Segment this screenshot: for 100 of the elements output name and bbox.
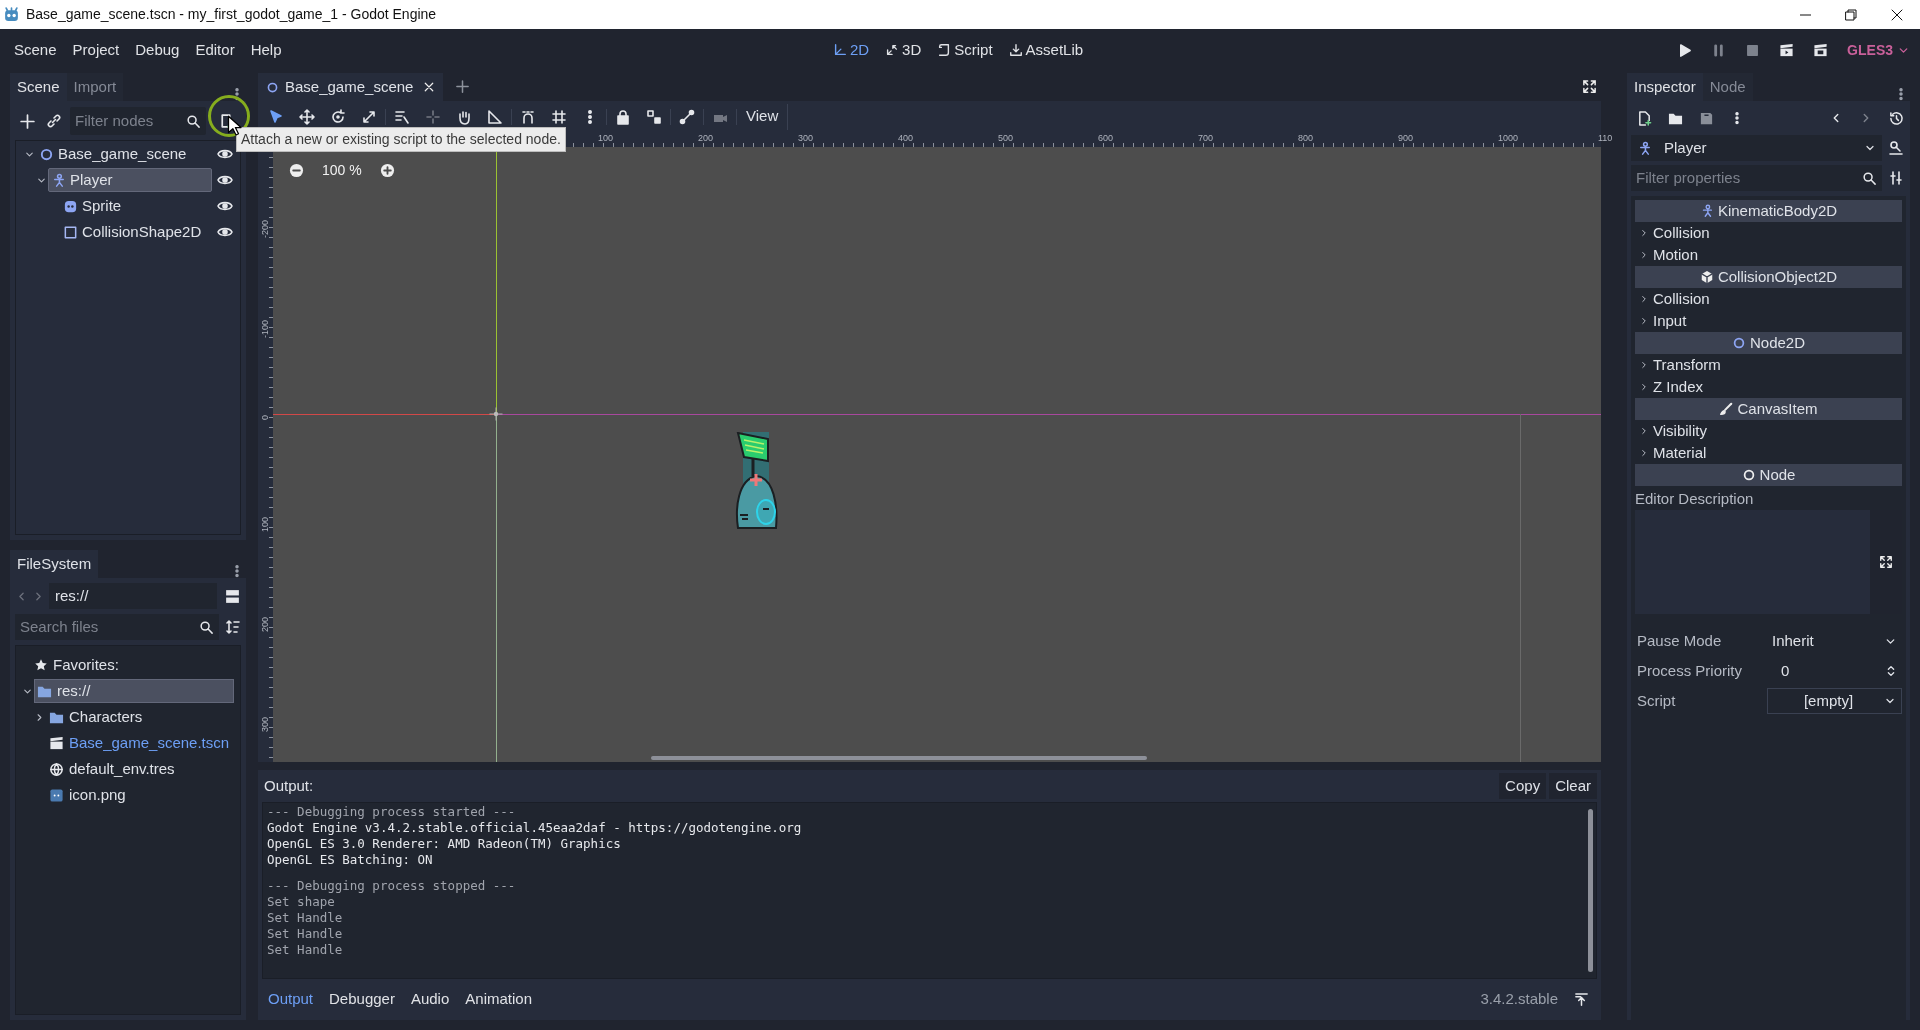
stop-icon — [1744, 42, 1760, 58]
filter-field[interactable]: Filter properties — [1631, 165, 1882, 191]
dock-tab[interactable]: FileSystem — [10, 550, 99, 578]
log-line: --- Debugging process started --- — [267, 804, 516, 820]
filter-field[interactable]: Filter nodes — [70, 107, 206, 135]
scale-tool-icon[interactable] — [361, 108, 377, 125]
group-tool-icon[interactable] — [646, 108, 662, 125]
dock-tab[interactable]: Node — [1702, 73, 1753, 101]
file-item[interactable]: res:// — [34, 679, 234, 703]
property-group[interactable]: Collision — [1635, 222, 1902, 244]
docs-icon[interactable] — [1888, 140, 1904, 156]
shape-icon — [63, 224, 78, 240]
property-group[interactable]: Collision — [1635, 288, 1902, 310]
add-tab-icon[interactable] — [455, 79, 471, 94]
object-selector[interactable]: Player — [1631, 135, 1882, 161]
tree-item[interactable]: Sprite — [60, 194, 212, 218]
tree-item[interactable]: CollisionShape2D — [60, 220, 212, 244]
kinematic-icon — [51, 172, 66, 188]
log-line: --- Debugging process stopped --- — [267, 878, 516, 894]
resource-picker[interactable]: [empty] — [1767, 688, 1902, 714]
class-label: Node — [1759, 464, 1796, 485]
property-group[interactable]: Motion — [1635, 244, 1902, 266]
bottom-panel-tab[interactable]: Output — [262, 986, 320, 1013]
scene-tab[interactable]: Base_game_scene — [258, 73, 444, 101]
select-tool-icon[interactable] — [268, 108, 284, 125]
save-icon[interactable] — [1699, 110, 1714, 126]
grid-tool-icon[interactable] — [551, 108, 567, 125]
ruler-label: 300 — [259, 716, 271, 732]
new-resource-icon[interactable] — [1637, 110, 1652, 126]
tools-icon[interactable] — [1888, 170, 1904, 186]
pan-tool-icon[interactable] — [456, 108, 472, 125]
property-group[interactable]: Input — [1635, 310, 1902, 332]
workspace-tab[interactable]: 3D — [878, 36, 929, 64]
menu-item[interactable]: Scene — [6, 36, 65, 64]
menu-item[interactable]: Project — [64, 36, 128, 64]
search-input[interactable]: Search files — [20, 615, 199, 639]
viewport-canvas[interactable]: 100 % — [273, 147, 1601, 762]
menu-item[interactable]: Help — [242, 36, 290, 64]
class-icon — [1699, 270, 1714, 284]
pin-icon[interactable] — [1574, 992, 1589, 1007]
star-icon — [34, 658, 48, 672]
dock-tab[interactable]: Import — [66, 73, 124, 101]
file-item[interactable]: icon.png — [46, 783, 234, 807]
bone-tool-icon[interactable] — [679, 108, 695, 125]
node-label: Sprite — [82, 195, 122, 216]
search-field[interactable]: Search files — [15, 614, 219, 640]
property-group[interactable]: Z Index — [1635, 376, 1902, 398]
node-label: CollisionShape2D — [82, 221, 202, 242]
filter-input[interactable]: Filter nodes — [75, 109, 186, 133]
workspace-tab[interactable]: Script — [930, 36, 1000, 64]
file-item[interactable]: Base_game_scene.tscn — [46, 731, 234, 755]
ruler-tool-icon[interactable] — [487, 108, 503, 125]
output-button[interactable]: Copy — [1499, 773, 1547, 799]
output-button[interactable]: Clear — [1549, 773, 1597, 799]
close-icon[interactable] — [423, 81, 436, 93]
renderer-dropdown[interactable]: GLES3 — [1843, 39, 1910, 61]
expand-icon — [1879, 555, 1893, 569]
horizontal-scrollbar[interactable] — [651, 756, 1147, 760]
ruler-label: 200 — [259, 616, 271, 632]
bottom-panel-tab[interactable]: Animation — [459, 986, 538, 1013]
property-group[interactable]: Visibility — [1635, 420, 1902, 442]
filter-input[interactable]: Filter properties — [1636, 166, 1862, 190]
history-icon[interactable] — [1889, 110, 1904, 126]
zoom-level[interactable]: 100 % — [318, 160, 366, 181]
ruler-label: 700 — [1198, 132, 1214, 144]
menu-item[interactable]: Debug — [127, 36, 188, 64]
move-tool-icon[interactable] — [299, 108, 315, 125]
tree-item[interactable]: Base_game_scene — [36, 142, 212, 166]
fullscreen-icon[interactable] — [1582, 79, 1597, 94]
workspace-tab[interactable]: 2D — [825, 36, 877, 64]
rotate-tool-icon[interactable] — [330, 108, 346, 125]
description-field[interactable] — [1635, 510, 1902, 614]
dock-tab[interactable]: Scene — [10, 73, 67, 101]
add-icon[interactable] — [19, 112, 36, 130]
lock-tool-icon[interactable] — [615, 108, 631, 125]
workspace-tab[interactable]: AssetLib — [1001, 36, 1091, 64]
zoom-in-icon[interactable] — [379, 163, 395, 178]
link-icon[interactable] — [46, 113, 62, 129]
view-menu[interactable]: View — [737, 103, 789, 130]
dock-tab[interactable]: Inspector — [1627, 73, 1703, 101]
sort-icon[interactable] — [225, 619, 241, 635]
snap-tool-icon[interactable] — [520, 108, 536, 125]
file-item[interactable]: default_env.tres — [46, 757, 234, 781]
view-mode-icon[interactable] — [224, 587, 241, 605]
property-group[interactable]: Transform — [1635, 354, 1902, 376]
list-tool-icon[interactable] — [394, 108, 410, 125]
play-scene-icon — [1778, 42, 1794, 58]
log-line: Set Handle — [267, 926, 343, 942]
node-label: Base_game_scene — [58, 143, 187, 164]
vertical-scrollbar[interactable] — [1588, 809, 1593, 972]
property-group[interactable]: Material — [1635, 442, 1902, 464]
path-field[interactable]: res:// — [49, 583, 217, 609]
ruler-label: 600 — [1098, 132, 1114, 144]
bottom-panel-tab[interactable]: Debugger — [323, 986, 401, 1013]
window-title: Base_game_scene.tscn - my_first_godot_game_1 - Godot Engine — [26, 5, 437, 24]
menu-item[interactable]: Editor — [187, 36, 243, 64]
bottom-panel-tab[interactable]: Audio — [404, 986, 456, 1013]
file-item[interactable]: Characters — [46, 705, 234, 729]
zoom-out-icon[interactable] — [289, 163, 304, 178]
tree-item[interactable]: Player — [48, 168, 212, 192]
